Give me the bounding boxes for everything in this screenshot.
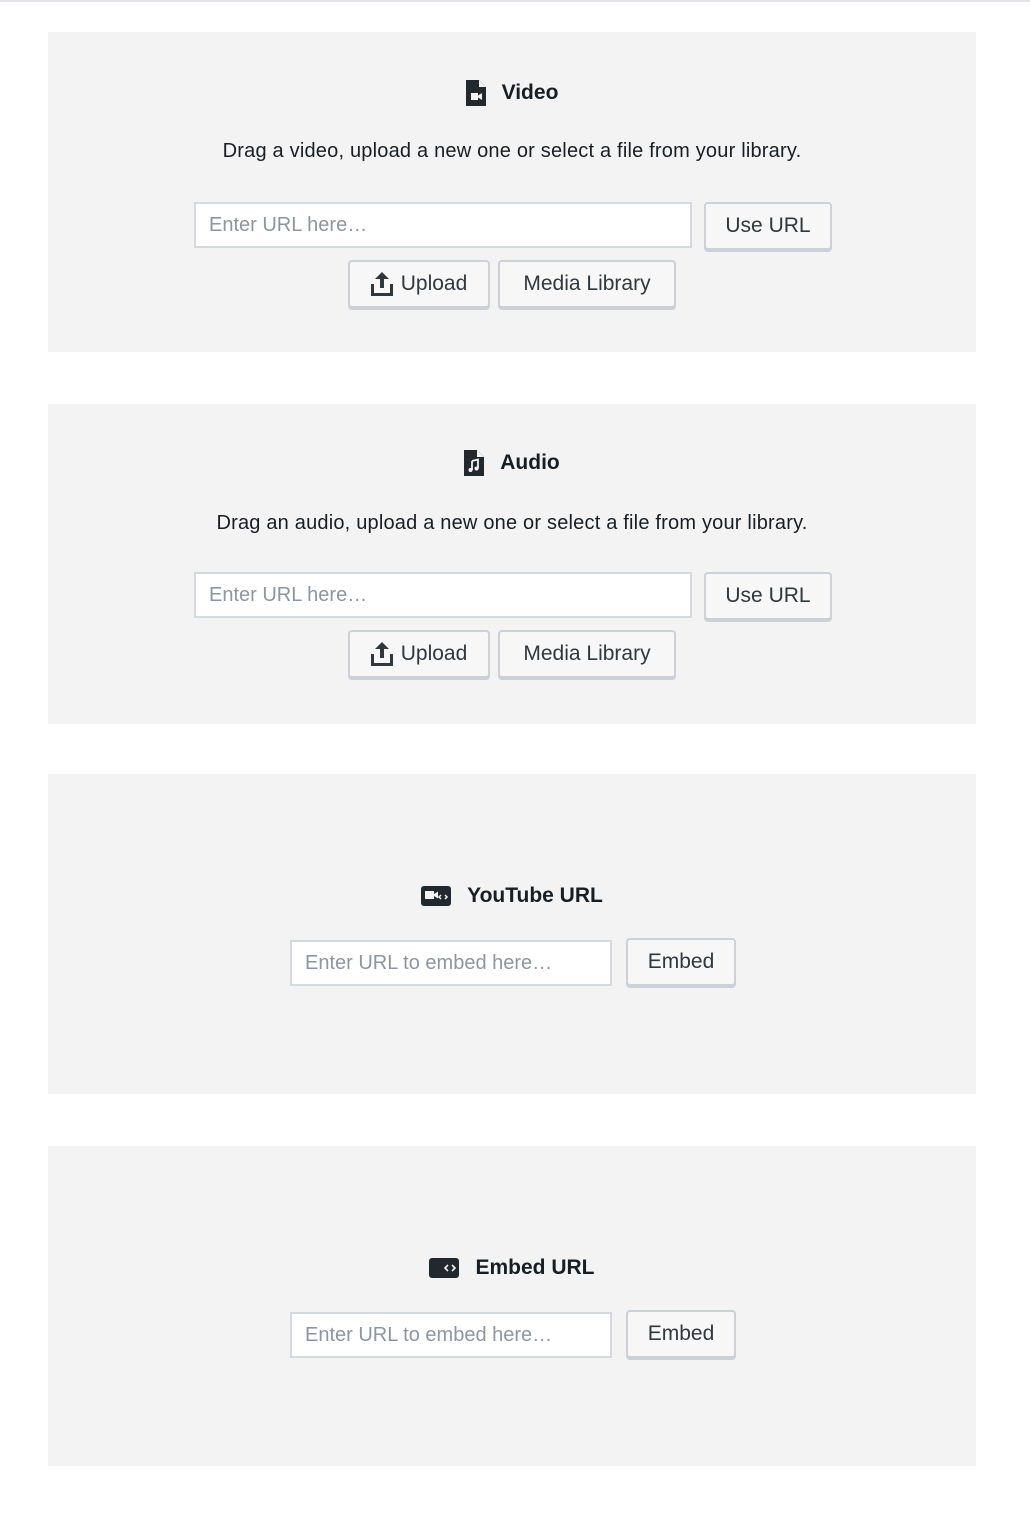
- audio-block-placeholder: Audio Drag an audio, upload a new one or…: [48, 404, 976, 724]
- upload-label: Upload: [400, 642, 468, 665]
- video-instructions: Drag a video, upload a new one or select…: [222, 140, 802, 162]
- use-url-label: Use URL: [725, 584, 811, 607]
- youtube-embed-button[interactable]: Embed: [626, 938, 736, 986]
- media-library-label: Media Library: [523, 642, 651, 665]
- use-url-label: Use URL: [725, 214, 811, 237]
- upload-icon: [370, 642, 393, 666]
- embed-label: Embed: [647, 950, 715, 973]
- youtube-embed-placeholder: YouTube URL Embed: [48, 774, 976, 1094]
- video-file-icon: [465, 80, 486, 106]
- audio-upload-button[interactable]: Upload: [348, 630, 490, 678]
- video-upload-button[interactable]: Upload: [348, 260, 490, 308]
- audio-url-input[interactable]: [194, 572, 692, 618]
- audio-title-label: Audio: [500, 451, 560, 474]
- generic-embed-placeholder: Embed URL Embed: [48, 1146, 976, 1466]
- youtube-block-title: YouTube URL: [48, 884, 976, 908]
- embed-block-title: Embed URL: [48, 1256, 976, 1280]
- youtube-url-input[interactable]: [290, 940, 612, 986]
- youtube-title-label: YouTube URL: [467, 884, 603, 907]
- video-title-label: Video: [501, 81, 559, 104]
- embed-icon: [429, 1258, 460, 1278]
- upload-icon: [370, 272, 393, 296]
- audio-block-title: Audio: [48, 450, 976, 476]
- audio-use-url-button[interactable]: Use URL: [704, 572, 832, 620]
- video-embed-icon: [421, 886, 452, 906]
- media-library-label: Media Library: [523, 272, 651, 295]
- video-use-url-button[interactable]: Use URL: [704, 202, 832, 250]
- audio-file-icon: [464, 450, 485, 476]
- embed-button[interactable]: Embed: [626, 1310, 736, 1358]
- embed-url-input[interactable]: [290, 1312, 612, 1358]
- upload-label: Upload: [400, 272, 468, 295]
- video-block-title: Video: [48, 80, 976, 106]
- audio-instructions: Drag an audio, upload a new one or selec…: [216, 512, 808, 534]
- top-divider: [0, 0, 1030, 2]
- video-media-library-button[interactable]: Media Library: [498, 260, 676, 308]
- audio-media-library-button[interactable]: Media Library: [498, 630, 676, 678]
- video-url-input[interactable]: [194, 202, 692, 248]
- video-block-placeholder: Video Drag a video, upload a new one or …: [48, 32, 976, 352]
- embed-title-label: Embed URL: [475, 1256, 595, 1279]
- embed-label: Embed: [647, 1322, 715, 1345]
